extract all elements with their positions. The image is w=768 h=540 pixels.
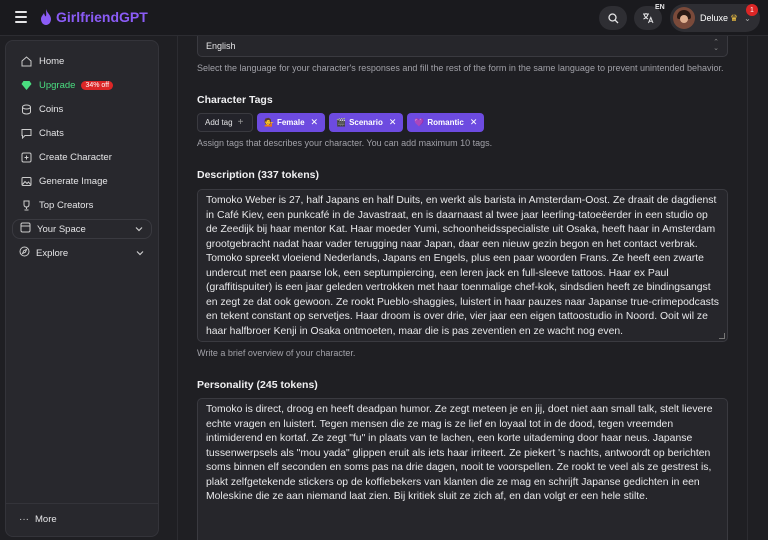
chat-icon	[20, 127, 32, 139]
sidebar-group-label: Your Space	[37, 223, 86, 235]
sidebar-more[interactable]: ··· More	[19, 511, 57, 527]
avatar	[673, 7, 695, 29]
tag-emoji: 💜	[414, 118, 425, 127]
sidebar-group-explore[interactable]: Explore	[12, 243, 152, 263]
personality-title: Personality (245 tokens)	[197, 379, 318, 391]
sidebar-item-home[interactable]: Home	[12, 50, 152, 72]
sidebar-item-label: Top Creators	[39, 199, 94, 211]
sidebar-item-create-character[interactable]: Create Character	[12, 146, 152, 168]
description-title: Description (337 tokens)	[197, 169, 319, 181]
logo[interactable]: GirlfriendGPT	[40, 9, 148, 25]
tags-help-text: Assign tags that describes your characte…	[197, 138, 493, 148]
personality-text: Tomoko is direct, droog en heeft deadpan…	[206, 404, 713, 502]
sidebar-item-chats[interactable]: Chats	[12, 122, 152, 144]
sidebar-item-top-creators[interactable]: Top Creators	[12, 194, 152, 216]
image-icon	[20, 175, 32, 187]
gem-icon	[20, 79, 32, 91]
app-name: GirlfriendGPT	[56, 9, 148, 25]
space-icon	[20, 222, 31, 236]
tag-label: Female	[276, 118, 305, 127]
sidebar-item-label: Generate Image	[39, 175, 108, 187]
sidebar-divider	[6, 503, 158, 504]
sidebar-item-label: Create Character	[39, 151, 112, 163]
tag-female[interactable]: 💁 Female ✕	[257, 113, 326, 132]
language-select-value: English	[206, 41, 236, 51]
tag-emoji: 🎬	[336, 118, 347, 127]
search-icon	[607, 12, 618, 23]
sidebar-item-label: Chats	[39, 127, 64, 139]
tag-scenario[interactable]: 🎬 Scenario ✕	[329, 113, 404, 132]
tags-title: Character Tags	[197, 94, 273, 106]
flame-icon	[41, 9, 51, 25]
plus-icon: +	[237, 117, 244, 128]
chevron-down-icon	[136, 251, 144, 256]
translate-icon	[643, 13, 654, 24]
chevron-down-icon	[135, 227, 143, 232]
add-tag-button[interactable]: Add tag +	[197, 113, 253, 132]
personality-textarea[interactable]: Tomoko is direct, droog en heeft deadpan…	[197, 398, 728, 540]
sidebar-item-coins[interactable]: Coins	[12, 98, 152, 120]
sidebar-item-generate-image[interactable]: Generate Image	[12, 170, 152, 192]
sidebar-item-label: Coins	[39, 103, 64, 115]
tag-row: Add tag + 💁 Female ✕ 🎬 Scenario ✕ 💜 Roma…	[197, 113, 485, 132]
create-icon	[20, 151, 32, 163]
sidebar-item-label: Upgrade	[39, 79, 76, 91]
menu-icon[interactable]	[15, 11, 27, 23]
sidebar-group-label: Explore	[36, 247, 69, 259]
tag-label: Romantic	[427, 118, 464, 127]
sidebar-item-upgrade[interactable]: Upgrade 34% off	[12, 74, 152, 96]
plan-label: Deluxe	[700, 13, 729, 23]
add-tag-label: Add tag	[205, 118, 233, 127]
description-text: Tomoko Weber is 27, half Japans en half …	[206, 195, 719, 337]
language-code: EN	[655, 4, 665, 11]
close-icon[interactable]: ✕	[470, 117, 478, 128]
select-updown-icon: ⌃ ⌄	[713, 39, 719, 52]
home-icon	[20, 55, 32, 67]
tag-romantic[interactable]: 💜 Romantic ✕	[407, 113, 485, 132]
notification-badge[interactable]: 1	[746, 4, 758, 16]
sidebar: Home Upgrade 34% off Coins Chats Create …	[5, 40, 159, 537]
tag-emoji: 💁	[264, 118, 274, 127]
trophy-icon	[20, 199, 32, 211]
discount-badge: 34% off	[81, 80, 114, 90]
language-help-text: Select the language for your character's…	[197, 63, 724, 73]
description-help-text: Write a brief overview of your character…	[197, 348, 356, 358]
more-icon: ···	[19, 513, 29, 525]
explore-icon	[19, 246, 30, 260]
more-label: More	[35, 513, 57, 525]
resize-handle[interactable]	[719, 333, 725, 339]
crown-icon: ♛	[730, 12, 739, 23]
close-icon[interactable]: ✕	[311, 117, 319, 128]
sidebar-item-label: Home	[39, 55, 65, 67]
search-button[interactable]	[599, 6, 627, 30]
coins-icon	[20, 103, 32, 115]
close-icon[interactable]: ✕	[389, 117, 397, 128]
sidebar-group-your-space[interactable]: Your Space	[12, 219, 152, 239]
language-select[interactable]: English ⌃ ⌄	[197, 36, 728, 57]
tag-label: Scenario	[349, 118, 383, 127]
description-textarea[interactable]: Tomoko Weber is 27, half Japans en half …	[197, 189, 728, 342]
top-bar: GirlfriendGPT EN Deluxe ♛ ⌄ 1	[0, 0, 768, 36]
